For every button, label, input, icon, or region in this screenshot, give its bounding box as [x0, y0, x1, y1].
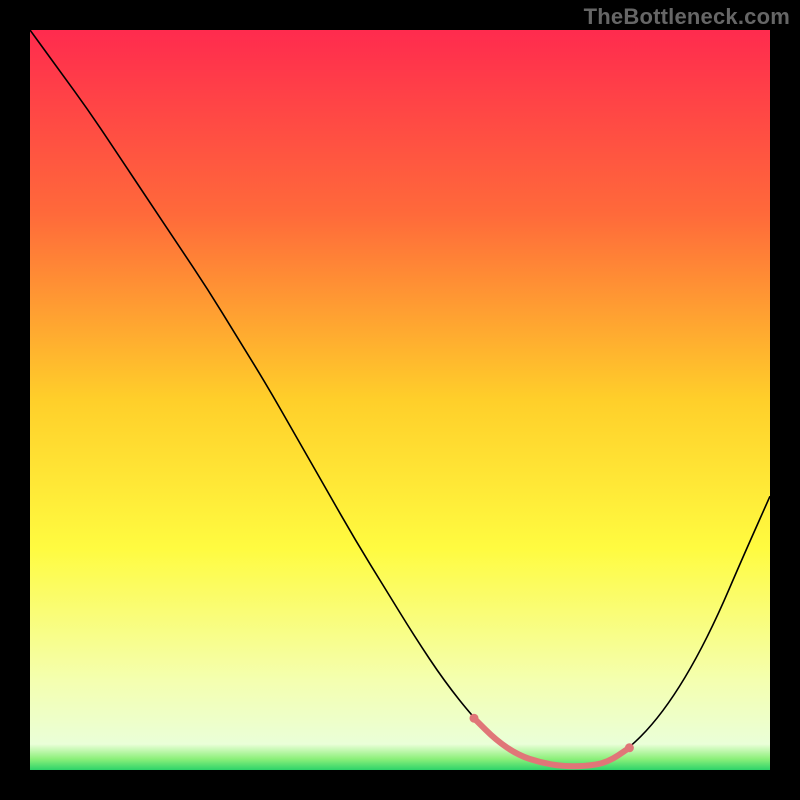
chart-area — [30, 30, 770, 770]
gradient-background — [30, 30, 770, 770]
chart-stage: TheBottleneck.com — [0, 0, 800, 800]
bottleneck-chart — [30, 30, 770, 770]
watermark-text: TheBottleneck.com — [584, 4, 790, 30]
